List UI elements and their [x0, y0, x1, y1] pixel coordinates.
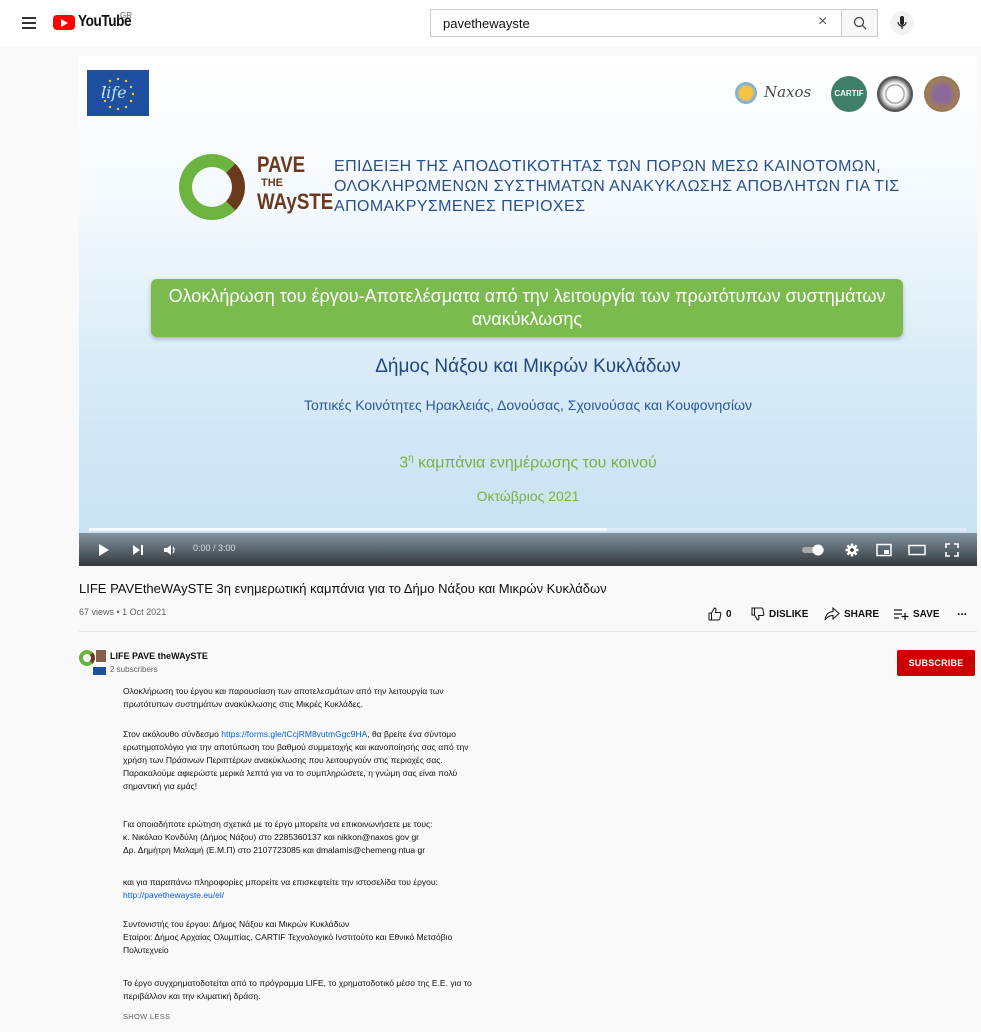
video-views-date: 67 views • 1 Oct 2021	[79, 607, 167, 617]
description-paragraph-4: και για παραπάνω πληροφορίες μπορείτε να…	[123, 877, 438, 900]
subscriber-count: 2 subscribers	[110, 665, 158, 674]
top-bar: YouTube GR ×	[0, 0, 981, 46]
survey-link[interactable]: https://forms.gle/tCcjRM8vutmGgc9HA	[221, 729, 367, 739]
more-icon: ...	[957, 604, 968, 618]
sun-logo	[735, 82, 757, 104]
slide-campaign: 3η καμπάνια ενημέρωσης του κοινού	[399, 453, 657, 472]
microphone-icon	[897, 16, 907, 29]
autoplay-toggle-icon[interactable]	[801, 543, 827, 557]
ntua-seal-logo	[924, 76, 960, 112]
save-button[interactable]: SAVE	[893, 607, 940, 621]
eu-life-text: life	[101, 83, 127, 102]
time-display: 0:00 / 3:00	[193, 543, 236, 553]
description-paragraph-5: Συντονιστής του έργου: Δήμος Νάξου και Μ…	[123, 919, 453, 955]
slide-communities: Τοπικές Κοινότητες Ηρακλειάς, Δονούσας, …	[303, 397, 753, 413]
miniplayer-icon[interactable]	[876, 543, 892, 557]
slide-headline: ΕΠΙΔΕΙΞΗ ΤΗΣ ΑΠΟΔΟΤΙΚΟΤΗΤΑΣ ΤΩΝ ΠΟΡΩΝ ΜΕ…	[334, 158, 900, 215]
divider	[79, 631, 977, 632]
description-paragraph-1: Ολοκλήρωση του έργου και παρουσίαση των …	[123, 686, 444, 709]
fullscreen-icon[interactable]	[945, 543, 959, 557]
next-icon[interactable]	[131, 543, 145, 557]
olympia-seal-logo	[877, 76, 913, 112]
show-less-button[interactable]: SHOW LESS	[123, 1012, 170, 1021]
more-actions-button[interactable]: ...	[957, 604, 967, 618]
pave-the-wayste-logo-ring	[179, 154, 245, 220]
description-paragraph-3: Για οποιαδήποτε ερώτηση σχετικά με το έρ…	[123, 819, 433, 855]
description-paragraph-2: Στον ακόλουθο σύνδεσμο https://forms.gle…	[123, 729, 469, 791]
save-label: SAVE	[913, 608, 940, 620]
subscribe-button[interactable]: SUBSCRIBE	[897, 650, 975, 676]
settings-gear-icon[interactable]	[845, 543, 859, 557]
thumbs-down-icon	[751, 607, 765, 621]
play-icon[interactable]	[97, 543, 111, 557]
play-logo-icon	[53, 14, 75, 30]
eu-life-logo: life	[87, 70, 149, 116]
theater-mode-icon[interactable]	[908, 543, 926, 557]
project-website-link[interactable]: http://pavethewayste.eu/el/	[123, 890, 224, 900]
share-button[interactable]: SHARE	[824, 607, 879, 621]
thumbs-up-icon	[708, 607, 722, 621]
like-count: 0	[726, 608, 732, 620]
clear-search-icon[interactable]: ×	[818, 14, 827, 30]
dislike-label: DISLIKE	[769, 608, 809, 620]
search-button[interactable]	[842, 9, 878, 37]
like-button[interactable]: 0	[708, 607, 732, 621]
slide-title-box: Ολοκλήρωση του έργου-Αποτελέσματα από τη…	[151, 279, 903, 337]
channel-name[interactable]: LIFE PAVE theWAySTE	[110, 651, 208, 661]
cartif-logo: CARTIF	[831, 76, 867, 112]
naxos-logo-text: Naxos	[764, 83, 812, 101]
dislike-button[interactable]: DISLIKE	[751, 607, 808, 621]
player-controls: 0:00 / 3:00	[79, 533, 977, 566]
progress-buffered	[89, 528, 608, 531]
search-box[interactable]	[430, 9, 842, 37]
video-player[interactable]: life Naxos CARTIF PAVE THE WAySTE ΕΠΙΔΕΙ…	[79, 56, 977, 566]
slide-date: Οκτώβριος 2021	[476, 488, 580, 504]
video-title: LIFE PAVEtheWAySTE 3η ενημερωτική καμπάν…	[79, 581, 607, 596]
search-input[interactable]	[441, 15, 805, 32]
channel-avatar[interactable]	[79, 648, 107, 676]
description-paragraph-6: Το έργο συγχρηματοδοτείται από το πρόγρα…	[123, 978, 472, 1001]
menu-icon[interactable]	[22, 17, 36, 29]
volume-icon[interactable]	[163, 543, 179, 557]
playlist-add-icon	[894, 609, 909, 620]
slide-municipality: Δήμος Νάξου και Μικρών Κυκλάδων	[375, 356, 681, 377]
voice-search-button[interactable]	[890, 11, 914, 35]
share-icon	[824, 607, 840, 621]
search-icon	[853, 16, 867, 30]
share-label: SHARE	[844, 608, 880, 620]
region-code: GR	[120, 11, 132, 20]
